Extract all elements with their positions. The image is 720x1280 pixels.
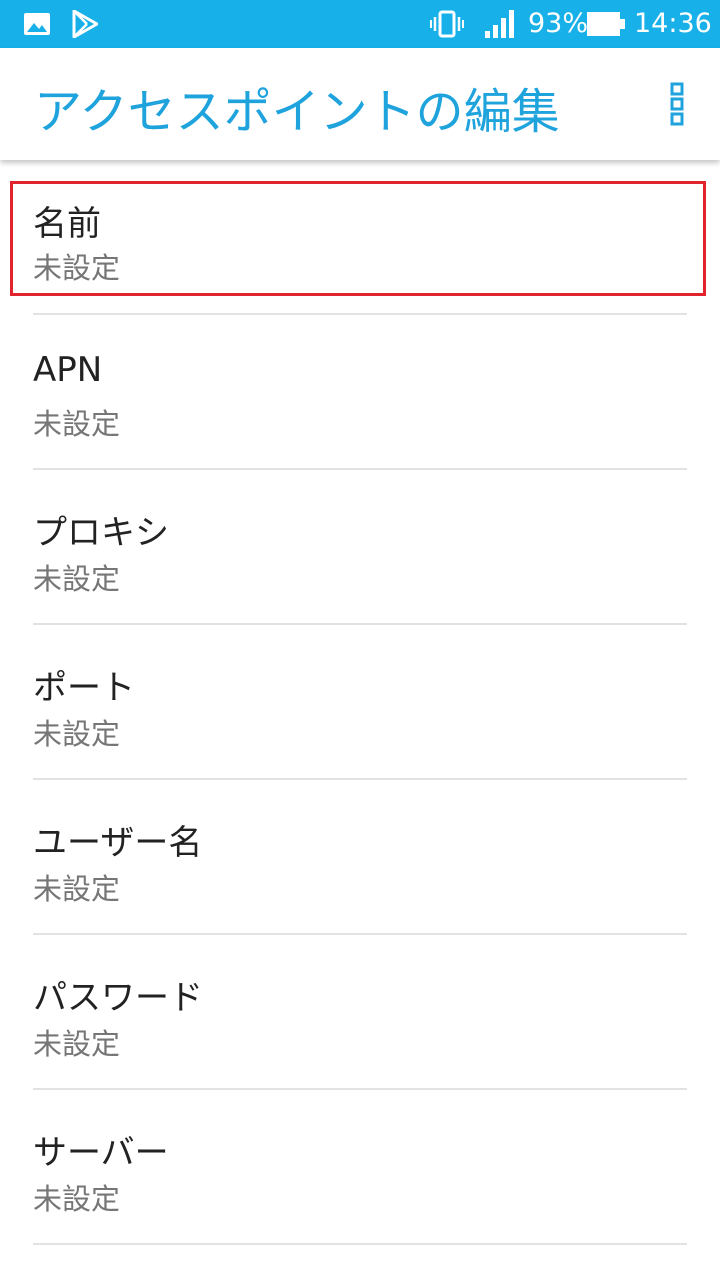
pref-title: パスワード (33, 978, 203, 1018)
pref-summary: 未設定 (33, 407, 121, 441)
overflow-menu-icon[interactable] (660, 78, 696, 130)
page-title: アクセスポイントの編集 (34, 84, 560, 140)
app-bar: アクセスポイントの編集 (0, 48, 720, 160)
pref-item-server[interactable]: サーバー 未設定 (0, 1090, 720, 1245)
pref-summary: 未設定 (33, 1027, 121, 1061)
preference-list: 名前 未設定 APN 未設定 プロキシ 未設定 ポート 未設定 ユーザー名 未設… (0, 160, 720, 1245)
status-bar: 93% 14:36 (0, 0, 720, 48)
pref-summary: 未設定 (33, 562, 121, 596)
pref-summary: 未設定 (33, 1182, 121, 1216)
pref-title: ポート (33, 668, 135, 708)
pref-item-port[interactable]: ポート 未設定 (0, 625, 720, 780)
battery-icon (585, 0, 627, 48)
pref-item-username[interactable]: ユーザー名 未設定 (0, 780, 720, 935)
vibrate-icon (430, 0, 464, 48)
pref-title: ユーザー名 (33, 823, 203, 863)
pref-summary: 未設定 (33, 717, 121, 751)
pref-item-apn[interactable]: APN 未設定 (0, 315, 720, 470)
pref-item-proxy[interactable]: プロキシ 未設定 (0, 470, 720, 625)
pref-summary: 未設定 (33, 872, 121, 906)
pref-title: プロキシ (33, 513, 169, 553)
pref-summary: 未設定 (33, 251, 121, 285)
pref-item-name[interactable]: 名前 未設定 (0, 160, 720, 315)
pref-title: サーバー (33, 1133, 169, 1173)
image-icon (22, 0, 52, 48)
play-store-icon (70, 0, 100, 48)
clock: 14:36 (634, 8, 712, 39)
battery-percent: 93% (528, 8, 589, 39)
pref-title: 名前 (33, 204, 101, 244)
divider (33, 1243, 687, 1245)
signal-icon (484, 0, 518, 48)
pref-title: APN (33, 350, 103, 390)
pref-item-password[interactable]: パスワード 未設定 (0, 935, 720, 1090)
